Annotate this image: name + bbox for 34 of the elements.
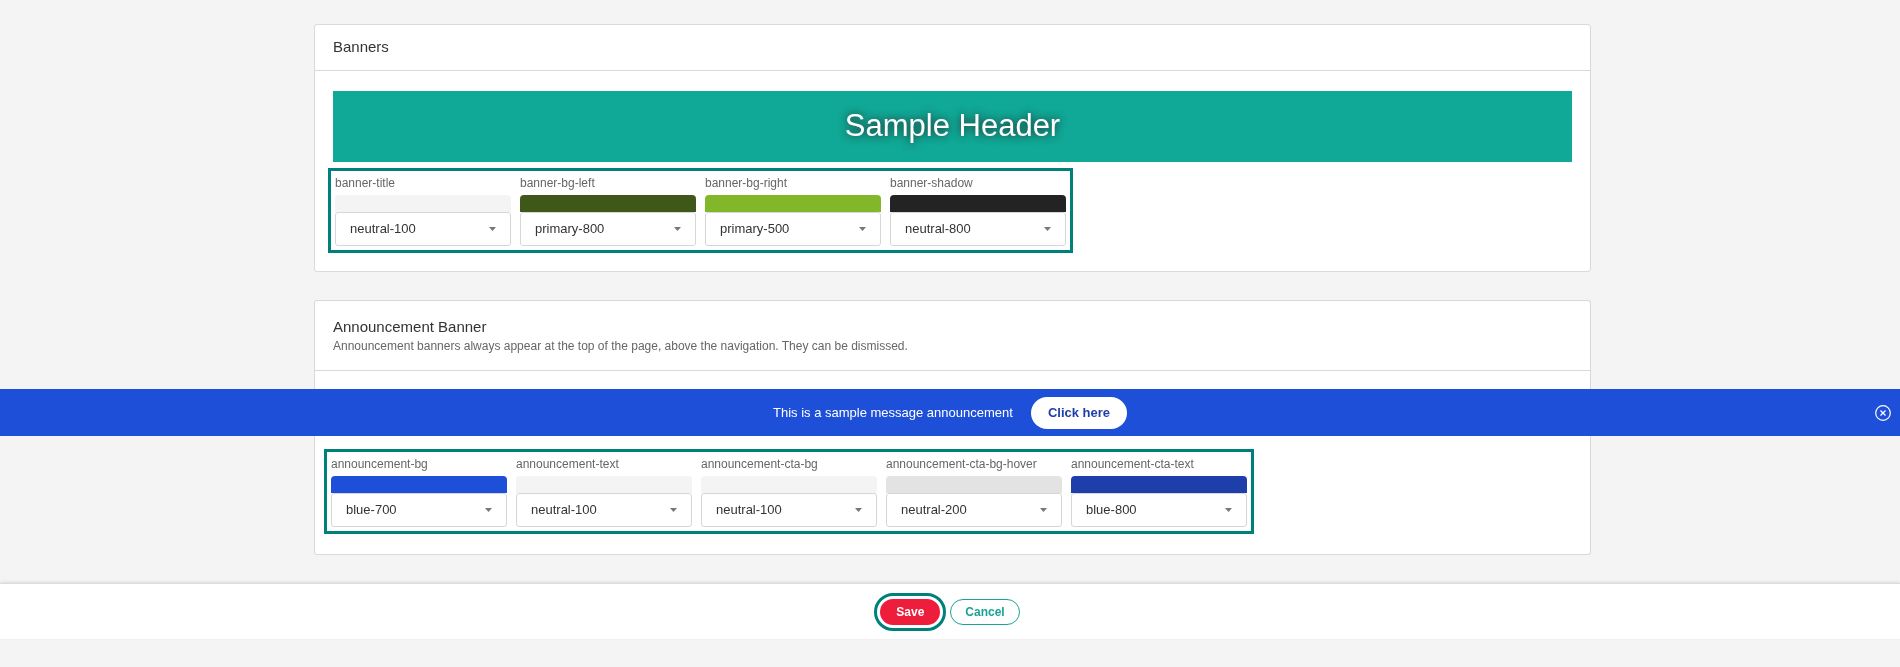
color-select[interactable]: blue-800 <box>1071 493 1247 527</box>
caret-icon <box>1044 227 1051 231</box>
caret-icon <box>1225 508 1232 512</box>
color-token-label: announcement-text <box>516 456 620 472</box>
caret-icon <box>674 227 681 231</box>
color-select[interactable]: neutral-100 <box>335 212 511 246</box>
color-token-label: banner-bg-right <box>705 175 789 191</box>
card-title: Announcement Banner <box>333 316 488 337</box>
caret-icon <box>1040 508 1047 512</box>
color-token-label: announcement-bg <box>331 456 429 472</box>
color-token-label: banner-shadow <box>890 175 974 191</box>
cta-button[interactable]: Click here <box>1030 396 1128 429</box>
color-select[interactable]: neutral-100 <box>516 493 692 527</box>
color-token-label: announcement-cta-bg <box>701 456 819 472</box>
color-select[interactable]: blue-700 <box>331 493 507 527</box>
caret-icon <box>670 508 677 512</box>
caret-icon <box>489 227 496 231</box>
announcement-message: This is a sample message announcement <box>772 403 1013 422</box>
close-icon[interactable] <box>1875 405 1891 421</box>
caret-icon <box>859 227 866 231</box>
color-token-label: announcement-cta-bg-hover <box>886 456 1038 472</box>
color-select[interactable]: primary-800 <box>520 212 696 246</box>
color-select[interactable]: neutral-800 <box>890 212 1066 246</box>
sample-header-title: Sample Header <box>844 107 1061 146</box>
caret-icon <box>485 508 492 512</box>
color-token-label: announcement-cta-text <box>1071 456 1195 472</box>
color-select[interactable]: neutral-100 <box>701 493 877 527</box>
color-token-label: banner-bg-left <box>520 175 596 191</box>
color-select[interactable]: primary-500 <box>705 212 881 246</box>
color-select[interactable]: neutral-200 <box>886 493 1062 527</box>
color-token-label: banner-title <box>335 175 397 191</box>
caret-icon <box>855 508 862 512</box>
card-description: Announcement banners always appear at the top of the page, above the navigation. They can be dismissed. <box>333 337 909 355</box>
card-title: Banners <box>333 37 389 58</box>
